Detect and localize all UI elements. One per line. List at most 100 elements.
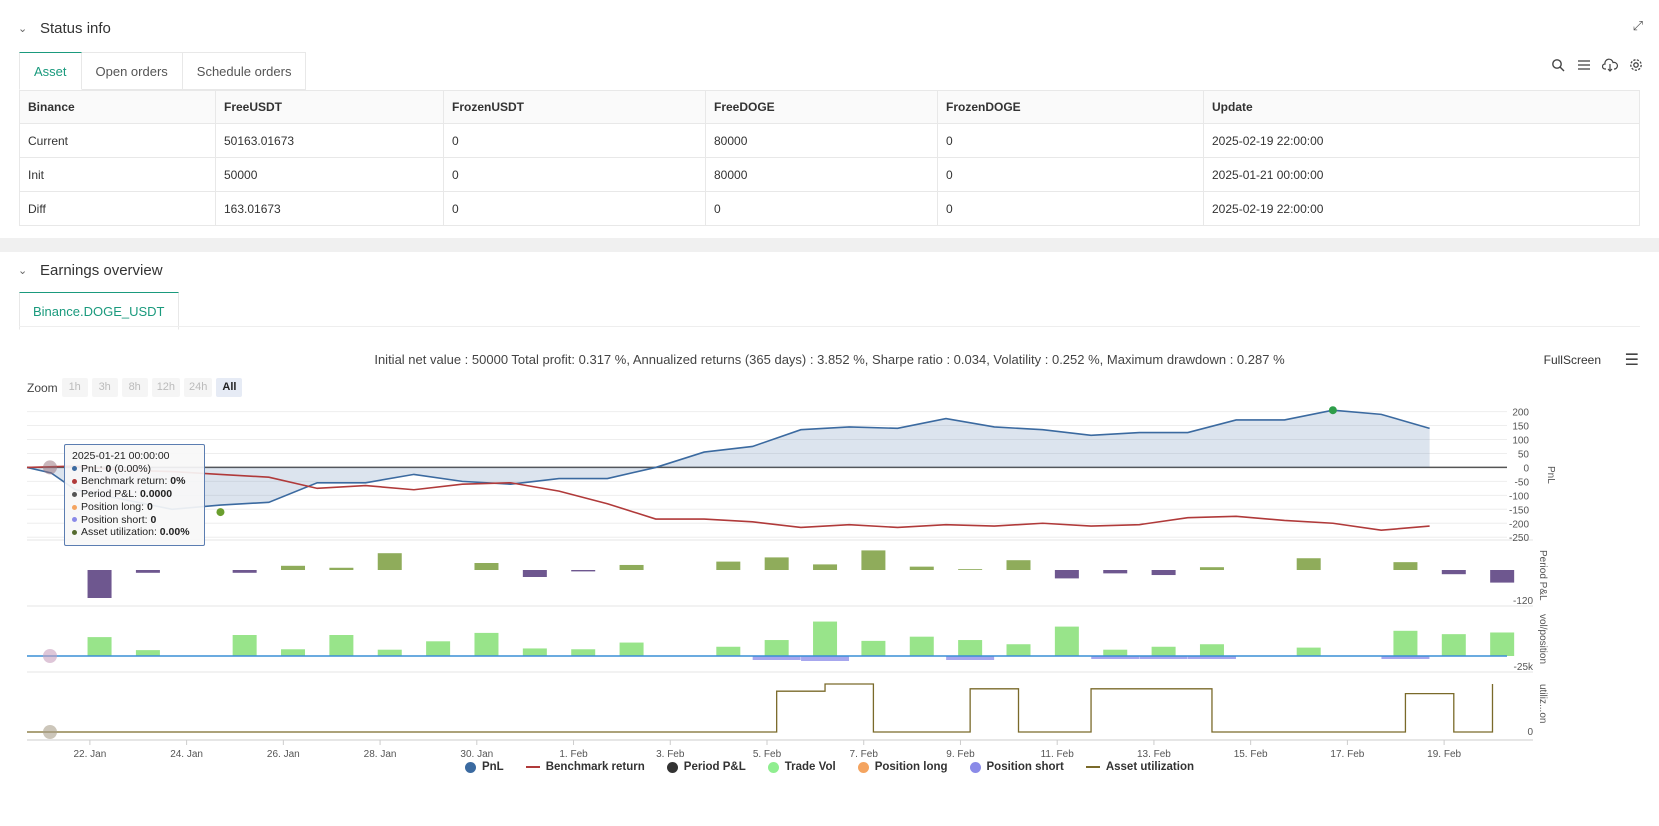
legend-item[interactable]: Period P&L: [666, 761, 746, 773]
row-label-current[interactable]: Current: [19, 123, 216, 158]
tab-asset[interactable]: Asset: [19, 52, 82, 90]
legend-dot-icon: [72, 517, 77, 523]
peak-marker: [1328, 406, 1337, 415]
earnings-header[interactable]: ⌄ Earnings overview: [18, 260, 163, 280]
status-title: Status info: [40, 19, 111, 37]
table-cell: 2025-02-19 22:00:00: [1203, 191, 1640, 226]
legend-dot-icon: [857, 761, 869, 773]
col-freeusdt: FreeUSDT: [215, 90, 444, 124]
y-tick-label: 50: [1518, 449, 1530, 460]
table-cell: 2025-01-21 00:00:00: [1203, 157, 1640, 192]
tab-open-orders[interactable]: Open orders: [81, 52, 183, 90]
legend-dot-icon: [72, 491, 77, 497]
table-cell: 0: [937, 123, 1204, 158]
period-pnl-bar: [909, 566, 934, 570]
zoom-12h-button[interactable]: 12h: [151, 378, 181, 397]
period-pnl-bar: [571, 570, 596, 572]
table-cell: 50163.01673: [215, 123, 444, 158]
y-tick-label: 100: [1512, 436, 1529, 447]
table-cell: 2025-02-19 22:00:00: [1203, 123, 1640, 158]
trade-vol-bar: [1441, 634, 1466, 656]
trade-vol-bar: [619, 642, 644, 656]
col-frozendoge: FrozenDOGE: [937, 90, 1204, 124]
chevron-down-icon[interactable]: ⌄: [18, 22, 34, 35]
tooltip-item: Benchmark return: 0%: [72, 475, 197, 488]
y-tick-label: 200: [1512, 408, 1529, 419]
period-pnl-bar: [474, 563, 499, 570]
y-tick-label: -150: [1509, 505, 1529, 516]
hover-marker: [43, 725, 57, 739]
period-pnl-bar: [232, 570, 257, 573]
zoom-3h-button[interactable]: 3h: [91, 378, 118, 397]
row-label-diff: Diff: [19, 191, 216, 226]
period-pnl-bar: [861, 550, 886, 570]
search-icon[interactable]: [1549, 58, 1567, 76]
collapse-icon[interactable]: ⤢: [1633, 18, 1643, 34]
tab-schedule-orders[interactable]: Schedule orders: [182, 52, 307, 90]
table-header-row: Binance FreeUSDT FrozenUSDT FreeDOGE Fro…: [19, 90, 1640, 124]
divider: [19, 326, 1640, 327]
period-pnl-bar: [1006, 560, 1031, 570]
chart-tooltip: 2025-01-21 00:00:00 PnL: 0 (0.00%) Benchm…: [64, 444, 205, 546]
earnings-chart[interactable]: 200 150 100 50 0 -50 -100 -150 -200 -250 PnL -120 Pe…: [0, 398, 1659, 760]
legend-item[interactable]: PnL: [464, 761, 504, 773]
trade-vol-bar: [281, 649, 306, 656]
y-tick-label: 150: [1512, 422, 1529, 433]
x-tick-label: 15. Feb: [1234, 749, 1268, 760]
period-pnl-bar: [1151, 570, 1176, 576]
zoom-8h-button[interactable]: 8h: [121, 378, 148, 397]
zoom-all-button[interactable]: All: [216, 378, 243, 397]
period-pnl-bar: [1490, 570, 1515, 583]
period-pnl-bar: [813, 564, 838, 570]
x-tick-label: 22. Jan: [73, 749, 106, 760]
gear-icon[interactable]: [1627, 58, 1645, 76]
period-pnl-bar: [281, 565, 306, 570]
zoom-1h-button[interactable]: 1h: [61, 378, 88, 397]
x-tick-label: 28. Jan: [364, 749, 397, 760]
table-cell: 0: [937, 157, 1204, 192]
trade-vol-bar: [958, 640, 983, 656]
period-pnl-bar: [1441, 570, 1466, 575]
x-tick-label: 3. Feb: [656, 749, 685, 760]
legend-item[interactable]: Asset utilization: [1085, 761, 1194, 773]
fullscreen-button[interactable]: FullScreen: [1544, 353, 1601, 367]
chevron-down-icon[interactable]: ⌄: [18, 264, 34, 277]
x-tick-label: 30. Jan: [460, 749, 493, 760]
period-pnl-bar: [329, 567, 354, 570]
table-cell: 0: [443, 157, 706, 192]
x-tick-label: 17. Feb: [1330, 749, 1364, 760]
earnings-tabs: Binance.DOGE_USDT: [19, 292, 179, 330]
legend-item[interactable]: Position short: [969, 761, 1064, 773]
period-pnl-bar: [135, 570, 160, 573]
legend-item[interactable]: Benchmark return: [525, 761, 645, 773]
table-row: Current 50163.01673 0 80000 0 2025-02-19…: [19, 123, 1640, 158]
trade-vol-bar: [1151, 646, 1176, 656]
period-pnl-bar: [1103, 570, 1128, 574]
y-tick-label: -120: [1513, 596, 1533, 607]
trade-vol-bar: [1103, 649, 1128, 656]
status-header[interactable]: ⌄ Status info: [18, 18, 111, 38]
trade-vol-bar: [1199, 644, 1224, 656]
period-pnl-bar: [764, 557, 789, 570]
period-pnl-bar: [958, 569, 983, 570]
table-cell: 0: [705, 191, 938, 226]
trade-vol-bar: [716, 646, 741, 656]
legend-item[interactable]: Trade Vol: [767, 761, 836, 773]
x-tick-label: 26. Jan: [267, 749, 300, 760]
table-row: Diff 163.01673 0 0 0 2025-02-19 22:00:00: [19, 191, 1640, 226]
x-tick-label: 13. Feb: [1137, 749, 1171, 760]
table-cell: 0: [443, 123, 706, 158]
table-row: Init 50000 0 80000 0 2025-01-21 00:00:00: [19, 157, 1640, 192]
chart-menu-icon[interactable]: ☰: [1625, 350, 1639, 370]
zoom-24h-button[interactable]: 24h: [184, 378, 213, 397]
zoom-bar: Zoom 1h 3h 8h 12h 24h All: [27, 378, 243, 397]
tab-binance-doge-usdt[interactable]: Binance.DOGE_USDT: [19, 292, 179, 330]
col-binance: Binance: [19, 90, 216, 124]
trade-vol-bar: [232, 635, 257, 656]
list-icon[interactable]: [1575, 58, 1593, 76]
cloud-download-icon[interactable]: [1601, 58, 1619, 76]
tooltip-item: Position long: 0: [72, 501, 197, 514]
legend-item[interactable]: Position long: [857, 761, 948, 773]
chart-legend: PnL Benchmark return Period P&L Trade Vol Po…: [0, 761, 1659, 773]
trade-vol-bar: [329, 635, 354, 656]
